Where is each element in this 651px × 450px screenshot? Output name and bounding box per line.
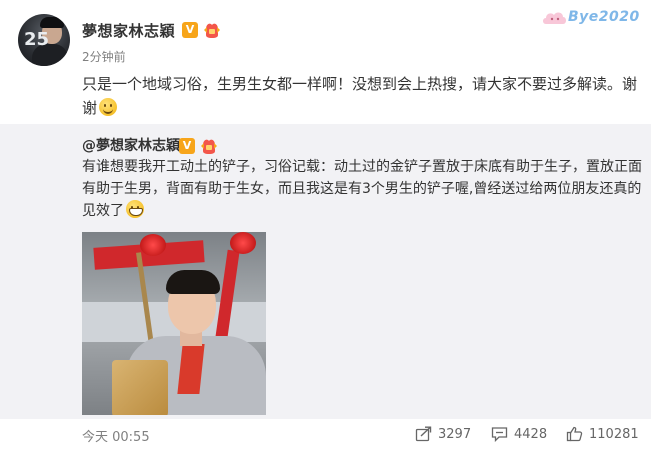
grin-emoji-icon: [126, 200, 144, 218]
cloud-icon: [543, 12, 566, 24]
photo-man-hair: [166, 270, 220, 294]
repost-photo[interactable]: [82, 232, 266, 415]
thumbs-up-icon: [566, 426, 583, 442]
like-count: 110281: [589, 426, 639, 442]
post-username[interactable]: 夢想家林志穎: [82, 20, 175, 41]
repost-button[interactable]: 3297: [415, 424, 471, 444]
repost-text-content: 有谁想要我开工动土的铲子，习俗记载：动土过的金铲子置放于床底有助于生子，置放正面…: [82, 159, 642, 219]
watermark-text: Bye2020: [568, 9, 640, 25]
photo-golden-shovel: [112, 360, 168, 415]
post-text: 只是一个地域习俗，生男生女都一样啊！没想到会上热搜，请大家不要过多解读。谢谢: [82, 72, 637, 120]
fan-badge-icon[interactable]: [202, 21, 222, 39]
avatar-logo-mark: 25: [24, 29, 50, 50]
repost-count: 3297: [438, 426, 472, 442]
comment-count: 4428: [514, 426, 548, 442]
avatar[interactable]: 25: [18, 14, 70, 66]
post-footer: 今天 00:55 3297 4428 110281: [0, 419, 651, 450]
repost-username[interactable]: @夢想家林志穎: [82, 135, 180, 155]
post-time[interactable]: 2分钟前: [82, 48, 126, 65]
repost-text: 有谁想要我开工动土的铲子，习俗记载：动土过的金铲子置放于床底有助于生子，置放正面…: [82, 156, 642, 222]
post-text-content: 只是一个地域习俗，生男生女都一样啊！没想到会上热搜，请大家不要过多解读。谢谢: [82, 75, 638, 117]
photo-red-flower: [230, 232, 256, 254]
like-button[interactable]: 110281: [566, 424, 639, 444]
share-icon: [415, 426, 432, 442]
watermark: Bye2020: [540, 6, 645, 32]
verified-icon: V: [179, 138, 195, 154]
comment-button[interactable]: 4428: [491, 424, 547, 444]
footer-time[interactable]: 今天 00:55: [82, 426, 150, 445]
comment-icon: [491, 427, 508, 442]
fan-badge-icon[interactable]: [199, 137, 219, 155]
verified-icon: V: [182, 22, 198, 38]
repost-card[interactable]: @夢想家林志穎 V 有谁想要我开工动土的铲子，习俗记载：动土过的金铲子置放于床底…: [0, 124, 651, 419]
smile-emoji-icon: [99, 98, 118, 116]
photo-red-flower: [140, 234, 166, 256]
avatar-hair: [40, 17, 64, 28]
